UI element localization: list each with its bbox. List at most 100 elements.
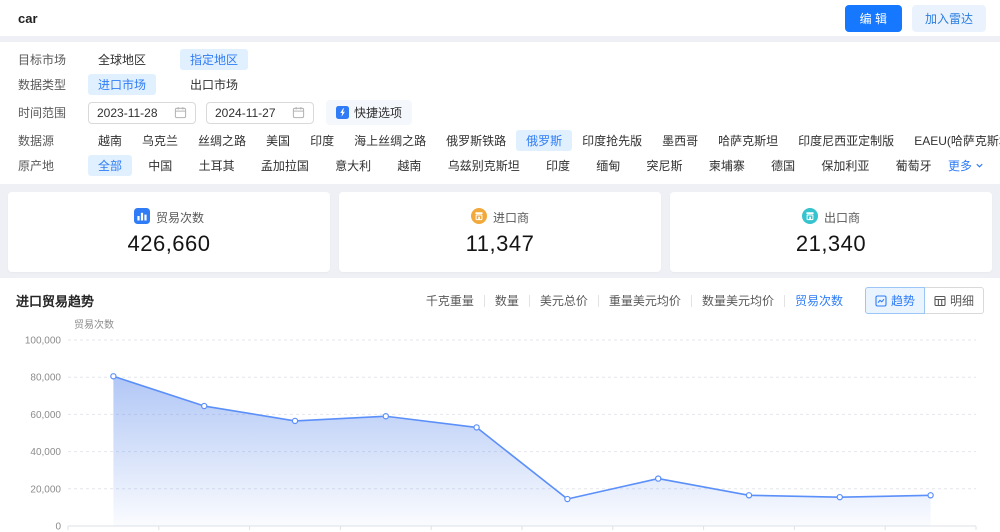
- filter-option[interactable]: 突尼斯: [637, 155, 693, 176]
- stat-card: 出口商 21,340: [670, 192, 992, 272]
- filter-option[interactable]: 土耳其: [189, 155, 245, 176]
- filter-option[interactable]: 乌克兰: [132, 130, 188, 151]
- trend-area-chart: 020,00040,00060,00080,000100,000贸易次数2023…: [25, 318, 977, 532]
- filter-option[interactable]: 全部: [88, 155, 133, 176]
- metric-kg-weight[interactable]: 千克重量: [416, 292, 484, 309]
- filter-row-origin: 原产地 全部 中国 土耳其 孟加拉国 意大利 越南 乌兹别克斯坦 印度 缅甸 突尼斯 柬埔寨 德国 保加…: [18, 153, 984, 178]
- svg-text:贸易次数: 贸易次数: [74, 318, 114, 331]
- trend-view-label: 趋势: [890, 294, 915, 308]
- filter-label: 时间范围: [18, 106, 67, 120]
- svg-text:0: 0: [55, 522, 61, 532]
- target-market-options: 全球地区 指定地区: [88, 49, 249, 70]
- metric-usd-per-qty[interactable]: 数量美元均价: [692, 292, 784, 309]
- add-to-radar-button[interactable]: 加入雷达: [911, 4, 986, 32]
- metric-trade-count[interactable]: 贸易次数: [785, 292, 853, 309]
- filter-option[interactable]: 进口市场: [88, 74, 157, 95]
- filter-option[interactable]: 越南: [88, 130, 132, 151]
- filter-option[interactable]: 海上丝绸之路: [344, 130, 436, 151]
- filter-option[interactable]: 墨西哥: [652, 130, 708, 151]
- stat-label: 出口商: [823, 210, 860, 225]
- stat-card: 进口商 11,347: [339, 192, 661, 272]
- svg-text:40,000: 40,000: [30, 447, 61, 458]
- end-date-value: 2024-11-27: [215, 105, 276, 120]
- filter-row-data-source: 数据源 越南 乌克兰 丝绸之路 美国 印度 海上丝绸之路 俄罗斯铁路 俄罗斯 印度抢先版 墨西哥哈…: [18, 128, 1000, 153]
- chart-panel: 进口贸易趋势 千克重量 数量 美元总价 重量美元均价 数量美元均价 贸易次数 趋…: [0, 278, 1000, 532]
- metric-usd-total[interactable]: 美元总价: [530, 292, 598, 309]
- edit-button[interactable]: 编 辑: [844, 4, 902, 32]
- calendar-icon: [292, 107, 305, 119]
- detail-view-button[interactable]: 明细: [924, 287, 984, 314]
- filter-option[interactable]: 乌兹别克斯坦: [438, 155, 530, 176]
- chart-toolbar: 千克重量 数量 美元总价 重量美元均价 数量美元均价 贸易次数 趋势 明细: [416, 287, 984, 314]
- filter-option[interactable]: 葡萄牙: [886, 155, 942, 176]
- data-source-options: 越南 乌克兰 丝绸之路 美国 印度 海上丝绸之路 俄罗斯铁路 俄罗斯 印度抢先版 墨西哥 哈萨克斯坦…: [88, 130, 1000, 151]
- end-date-input[interactable]: 2024-11-27: [206, 101, 314, 124]
- trend-chart-icon: [875, 294, 887, 307]
- svg-text:60,000: 60,000: [30, 410, 61, 421]
- filter-option[interactable]: 俄罗斯: [516, 130, 573, 151]
- filter-option[interactable]: 丝绸之路: [188, 130, 256, 151]
- filter-option[interactable]: 中国: [138, 155, 182, 176]
- table-icon: [934, 295, 946, 306]
- filter-option[interactable]: 孟加拉国: [251, 155, 319, 176]
- more-link[interactable]: 更多: [948, 157, 984, 174]
- svg-text:100,000: 100,000: [25, 336, 62, 347]
- chart-header: 进口贸易趋势 千克重量 数量 美元总价 重量美元均价 数量美元均价 贸易次数 趋…: [16, 287, 984, 314]
- filter-option[interactable]: 俄罗斯铁路: [436, 130, 516, 151]
- importer-icon: [470, 207, 487, 227]
- page-title: car: [18, 10, 38, 26]
- filter-row-time-range: 时间范围 2023-11-28 2024-11-27 快捷选项: [18, 100, 984, 125]
- view-toggle-group: 趋势 明细: [864, 287, 984, 314]
- stat-cards: 贸易次数 426,660 进口商 11,347 出口商 21,340: [8, 192, 992, 272]
- filter-row-data-type: 数据类型 进口市场 出口市场: [18, 72, 984, 97]
- chevron-down-icon: [976, 163, 983, 168]
- metric-quantity[interactable]: 数量: [485, 292, 529, 309]
- stat-value: 21,340: [795, 230, 867, 256]
- filter-option[interactable]: 柬埔寨: [699, 155, 755, 176]
- exporter-icon: [801, 207, 818, 227]
- origin-options: 全部 中国 土耳其 孟加拉国 意大利 越南 乌兹别克斯坦 印度 缅甸 突尼斯 柬埔寨 德国 保加利亚 葡萄…: [88, 155, 984, 176]
- filter-option[interactable]: 印度: [300, 130, 344, 151]
- top-bar: car 编 辑 加入雷达: [0, 0, 1000, 36]
- quick-select-button[interactable]: 快捷选项: [326, 100, 413, 125]
- filter-panel: 目标市场 全球地区 指定地区 数据类型 进口市场 出口市场 时间范围 2023-11…: [0, 42, 1000, 184]
- filter-option[interactable]: EAEU(哈萨克斯坦): [904, 130, 1000, 151]
- quick-select-icon: [336, 106, 349, 119]
- svg-text:20,000: 20,000: [30, 484, 61, 495]
- bar-chart-icon: [133, 207, 150, 227]
- data-type-options: 进口市场 出口市场: [88, 74, 248, 95]
- filter-option[interactable]: 印度抢先版: [572, 130, 652, 151]
- filter-option[interactable]: 美国: [256, 130, 300, 151]
- filter-option[interactable]: 指定地区: [180, 49, 249, 70]
- trend-chart: 020,00040,00060,00080,000100,000贸易次数2023…: [16, 318, 984, 532]
- stat-value: 11,347: [465, 230, 535, 256]
- quick-select-label: 快捷选项: [354, 106, 403, 120]
- filter-label: 数据源: [18, 134, 55, 148]
- filter-option[interactable]: 意大利: [325, 155, 381, 176]
- start-date-input[interactable]: 2023-11-28: [88, 101, 196, 124]
- trend-view-button[interactable]: 趋势: [864, 287, 925, 314]
- filter-option[interactable]: 全球地区: [88, 49, 156, 70]
- calendar-icon: [174, 107, 187, 119]
- filter-label: 目标市场: [18, 53, 67, 67]
- detail-view-label: 明细: [949, 294, 974, 308]
- stat-card: 贸易次数 426,660: [8, 192, 330, 272]
- filter-option[interactable]: 印度尼西亚定制版: [788, 130, 904, 151]
- filter-option[interactable]: 缅甸: [586, 155, 630, 176]
- filter-label: 数据类型: [18, 78, 67, 92]
- start-date-value: 2023-11-28: [97, 105, 158, 120]
- metric-usd-per-weight[interactable]: 重量美元均价: [599, 292, 691, 309]
- filter-option[interactable]: 德国: [761, 155, 805, 176]
- stat-value: 426,660: [127, 230, 211, 256]
- svg-text:80,000: 80,000: [30, 373, 61, 384]
- filter-option[interactable]: 出口市场: [180, 74, 248, 95]
- filter-option[interactable]: 哈萨克斯坦: [708, 130, 788, 151]
- filter-option[interactable]: 印度: [536, 155, 580, 176]
- filter-row-target-market: 目标市场 全球地区 指定地区: [18, 47, 984, 72]
- filter-option[interactable]: 越南: [387, 155, 431, 176]
- filter-label: 原产地: [18, 159, 55, 173]
- filter-option[interactable]: 保加利亚: [811, 155, 879, 176]
- stat-label: 进口商: [492, 210, 529, 225]
- chart-title: 进口贸易趋势: [16, 294, 95, 309]
- stat-label: 贸易次数: [155, 210, 204, 225]
